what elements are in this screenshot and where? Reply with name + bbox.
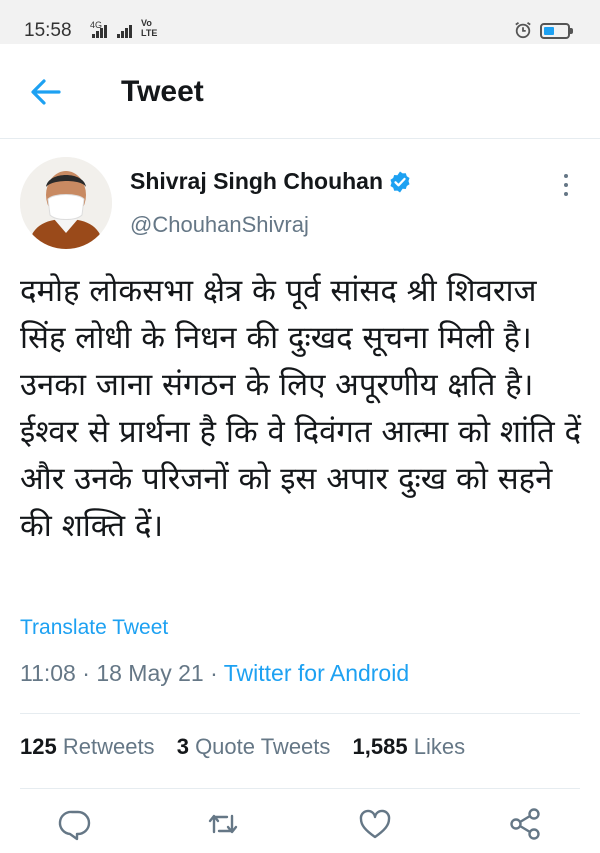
comment-icon	[58, 810, 91, 841]
divider	[20, 713, 580, 714]
battery-icon	[540, 23, 573, 39]
heart-icon	[359, 809, 391, 839]
signal-icon-2	[117, 24, 135, 38]
verified-badge-icon	[390, 171, 410, 193]
retweet-icon	[208, 814, 238, 834]
profile-photo-icon	[20, 157, 112, 249]
status-bar: 15:58 4G Vo LTE	[0, 0, 600, 44]
like-button[interactable]	[357, 806, 393, 842]
app-header: Tweet	[0, 44, 600, 139]
quotes-count: 3	[176, 734, 189, 759]
likes-label: Likes	[413, 734, 466, 759]
reply-button[interactable]	[57, 806, 93, 842]
page-title: Tweet	[121, 75, 204, 108]
share-button[interactable]	[507, 806, 543, 842]
likes-count: 1,585	[352, 734, 408, 759]
back-button[interactable]	[26, 74, 66, 110]
tweet-source-link[interactable]: Twitter for Android	[224, 660, 409, 686]
retweet-button[interactable]	[205, 806, 241, 842]
arrow-left-icon	[31, 79, 61, 105]
quotes-label: Quote Tweets	[195, 734, 331, 759]
avatar[interactable]	[20, 157, 112, 249]
status-time: 15:58	[24, 20, 72, 41]
quote-tweets-stat[interactable]: 3 Quote Tweets	[177, 734, 331, 759]
volte-bottom: LTE	[141, 28, 158, 38]
volte-top: Vo	[141, 18, 152, 28]
divider-2	[20, 788, 580, 789]
tweet-time: 11:08	[20, 660, 76, 686]
author-username[interactable]: @ChouhanShivraj	[130, 212, 309, 238]
translate-tweet-link[interactable]: Translate Tweet	[20, 616, 168, 640]
volte-icon: Vo LTE	[141, 18, 157, 38]
share-icon	[510, 808, 540, 840]
tweet-date: 18 May 21	[96, 660, 204, 686]
tweet-meta: 11:08 · 18 May 21 · Twitter for Android	[20, 660, 409, 687]
meta-separator-2: ·	[210, 660, 218, 686]
signal-icon	[92, 24, 110, 38]
retweets-label: Retweets	[62, 734, 155, 759]
tweet-text: दमोह लोकसभा क्षेत्र के पूर्व सांसद श्री …	[20, 273, 581, 544]
retweets-count: 125	[20, 734, 57, 759]
alarm-icon	[515, 22, 531, 39]
tweet-stats: 125 Retweets 3 Quote Tweets 1,585 Likes	[20, 734, 481, 760]
author-display-name[interactable]: Shivraj Singh Chouhan	[130, 168, 383, 195]
meta-separator: ·	[82, 660, 90, 686]
likes-stat[interactable]: 1,585 Likes	[353, 734, 466, 759]
more-options-button[interactable]	[556, 172, 576, 198]
retweets-stat[interactable]: 125 Retweets	[20, 734, 155, 759]
